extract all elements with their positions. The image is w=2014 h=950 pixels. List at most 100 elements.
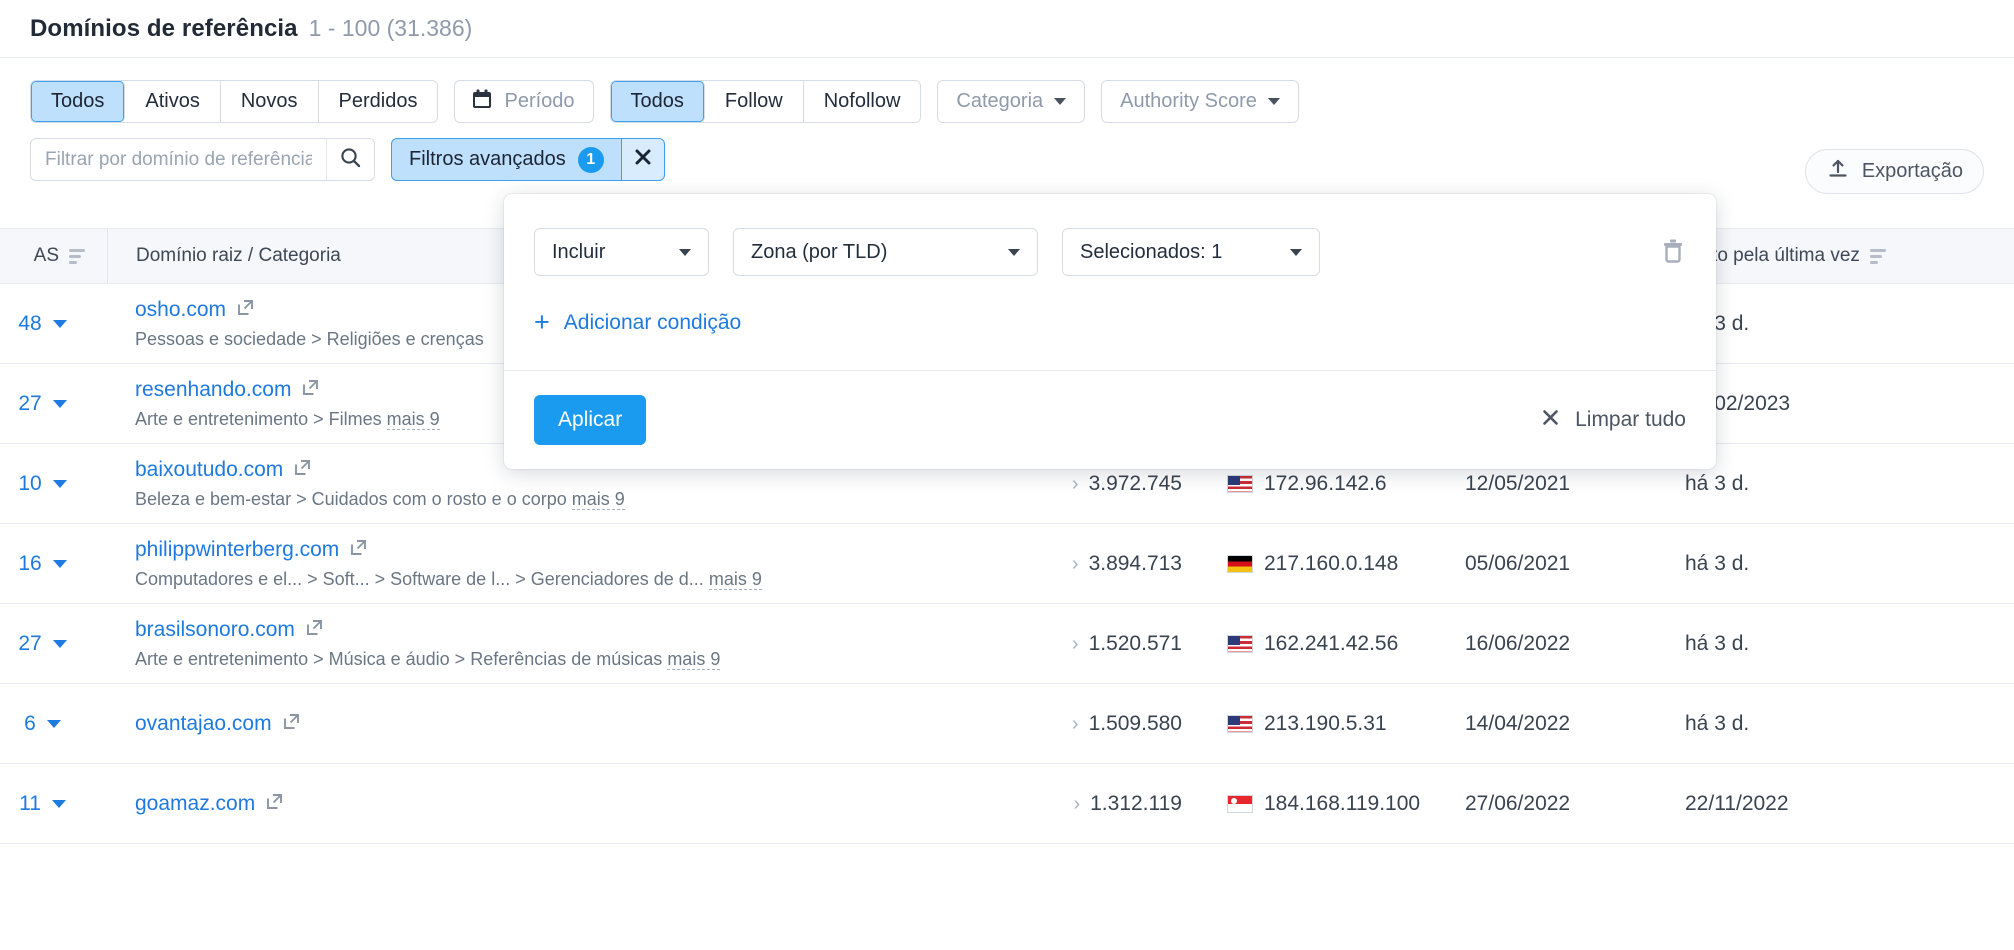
status-tab-perdidos[interactable]: Perdidos xyxy=(319,81,438,122)
condition-field-select[interactable]: Zona (por TLD) xyxy=(733,228,1038,276)
domain-link[interactable]: goamaz.com xyxy=(135,792,255,816)
more-categories-link[interactable]: mais 9 xyxy=(572,489,625,510)
chevron-down-icon[interactable] xyxy=(47,720,61,728)
search-button[interactable] xyxy=(326,139,374,180)
sort-icon[interactable] xyxy=(69,249,85,264)
external-link-icon[interactable] xyxy=(236,298,255,322)
sort-icon[interactable] xyxy=(1870,249,1886,264)
chevron-right-icon[interactable]: › xyxy=(1073,793,1080,816)
chevron-down-icon[interactable] xyxy=(53,560,67,568)
table-row: 27 brasilsonoro.com Arte e entreteniment… xyxy=(0,604,2014,684)
add-condition-button[interactable]: + Adicionar condição xyxy=(534,309,741,336)
advanced-filters-footer: Aplicar Limpar tudo xyxy=(504,370,1716,469)
first-seen-value: 05/06/2021 xyxy=(1465,552,1652,576)
category-text: Computadores e el... > Soft... > Softwar… xyxy=(135,569,704,589)
search-input[interactable] xyxy=(31,139,326,180)
domain-link[interactable]: ovantajao.com xyxy=(135,712,272,736)
close-icon xyxy=(1540,407,1561,434)
add-condition-label: Adicionar condição xyxy=(564,311,741,335)
domain-link[interactable]: baixoutudo.com xyxy=(135,458,283,482)
ip-value: 162.241.42.56 xyxy=(1264,632,1398,656)
status-filter-group: Todos Ativos Novos Perdidos xyxy=(30,80,438,123)
first-seen-value: 16/06/2022 xyxy=(1465,632,1652,656)
authority-score-filter-button[interactable]: Authority Score xyxy=(1101,80,1299,123)
more-categories-link[interactable]: mais 9 xyxy=(667,649,720,670)
last-seen-value: há 3 d. xyxy=(1685,472,2014,496)
external-link-icon[interactable] xyxy=(301,378,320,402)
follow-filter-group: Todos Follow Nofollow xyxy=(610,80,922,123)
follow-tab-follow[interactable]: Follow xyxy=(705,81,804,122)
chevron-down-icon[interactable] xyxy=(53,480,67,488)
clear-all-button[interactable]: Limpar tudo xyxy=(1540,407,1686,434)
chevron-right-icon[interactable]: › xyxy=(1072,633,1079,656)
status-tab-ativos[interactable]: Ativos xyxy=(125,81,220,122)
as-value: 48 xyxy=(18,312,41,336)
column-header-as[interactable]: AS xyxy=(0,229,107,283)
first-seen-value: 14/04/2022 xyxy=(1465,712,1652,736)
as-value: 27 xyxy=(18,392,41,416)
backlinks-value: 3.894.713 xyxy=(1089,552,1182,576)
chevron-down-icon[interactable] xyxy=(53,400,67,408)
chevron-right-icon[interactable]: › xyxy=(1072,713,1079,736)
ip-wrapper: 172.96.142.6 xyxy=(1227,472,1432,496)
cell-as: 11 xyxy=(0,764,107,844)
ip-wrapper: 217.160.0.148 xyxy=(1227,552,1432,576)
category-text: Arte e entretenimento > Música e áudio >… xyxy=(135,649,662,669)
advanced-filters-group: Filtros avançados 1 xyxy=(391,138,665,181)
chevron-down-icon xyxy=(679,249,691,256)
advanced-filters-badge: 1 xyxy=(578,147,604,173)
domain-link[interactable]: resenhando.com xyxy=(135,378,291,402)
flag-icon-us xyxy=(1227,715,1253,733)
cell-backlinks: › 1.312.119 xyxy=(997,764,1182,844)
advanced-filters-label: Filtros avançados xyxy=(409,148,566,171)
status-tab-novos[interactable]: Novos xyxy=(221,81,319,122)
filters-toolbar: Todos Ativos Novos Perdidos Período To xyxy=(0,58,2014,181)
clear-all-label: Limpar tudo xyxy=(1575,408,1686,432)
external-link-icon[interactable] xyxy=(265,792,284,816)
chevron-down-icon[interactable] xyxy=(52,800,66,808)
last-seen-value: há 3 d. xyxy=(1685,632,2014,656)
delete-condition-button[interactable] xyxy=(1660,236,1686,269)
external-link-icon[interactable] xyxy=(305,618,324,642)
chevron-down-icon xyxy=(1008,249,1020,256)
category-filter-button[interactable]: Categoria xyxy=(937,80,1085,123)
domain-link[interactable]: brasilsonoro.com xyxy=(135,618,295,642)
follow-tab-nofollow[interactable]: Nofollow xyxy=(804,81,921,122)
domain-link[interactable]: philippwinterberg.com xyxy=(135,538,339,562)
chevron-down-icon[interactable] xyxy=(53,640,67,648)
results-count: 1 - 100 (31.386) xyxy=(309,15,473,42)
period-filter-button[interactable]: Período xyxy=(454,80,593,123)
advanced-filters-button[interactable]: Filtros avançados 1 xyxy=(391,138,621,181)
chevron-right-icon[interactable]: › xyxy=(1072,473,1079,496)
domain-line: brasilsonoro.com xyxy=(135,618,997,642)
cell-backlinks: › 3.894.713 xyxy=(997,524,1182,604)
external-link-icon[interactable] xyxy=(293,458,312,482)
page-header: Domínios de referência 1 - 100 (31.386) xyxy=(0,0,2014,58)
backlinks-wrapper: › 3.894.713 xyxy=(997,552,1182,576)
external-link-icon[interactable] xyxy=(349,538,368,562)
backlinks-value: 1.520.571 xyxy=(1089,632,1182,656)
more-categories-link[interactable]: mais 9 xyxy=(709,569,762,590)
cell-last-seen: há 3 d. xyxy=(1652,604,2014,684)
last-seen-value: há 3 d. xyxy=(1685,312,2014,336)
more-categories-link[interactable]: mais 9 xyxy=(387,409,440,430)
chevron-down-icon[interactable] xyxy=(53,320,67,328)
chevron-right-icon[interactable]: › xyxy=(1072,553,1079,576)
condition-mode-select[interactable]: Incluir xyxy=(534,228,709,276)
cell-ip: 184.168.119.100 xyxy=(1182,764,1432,844)
condition-mode-value: Incluir xyxy=(552,241,605,264)
advanced-filters-clear-button[interactable] xyxy=(621,138,665,181)
status-tab-todos[interactable]: Todos xyxy=(31,81,125,122)
last-seen-value: há 3 d. xyxy=(1685,712,2014,736)
domain-link[interactable]: osho.com xyxy=(135,298,226,322)
backlinks-value: 3.972.745 xyxy=(1089,472,1182,496)
condition-value-select[interactable]: Selecionados: 1 xyxy=(1062,228,1320,276)
export-button[interactable]: Exportação xyxy=(1805,149,1984,194)
external-link-icon[interactable] xyxy=(282,712,301,736)
toolbar-row-top: Todos Ativos Novos Perdidos Período To xyxy=(30,80,1984,123)
cell-backlinks: › 1.509.580 xyxy=(997,684,1182,764)
apply-button[interactable]: Aplicar xyxy=(534,395,646,445)
backlinks-wrapper: › 1.312.119 xyxy=(997,792,1182,816)
follow-tab-todos[interactable]: Todos xyxy=(611,81,705,122)
backlinks-value: 1.509.580 xyxy=(1089,712,1182,736)
